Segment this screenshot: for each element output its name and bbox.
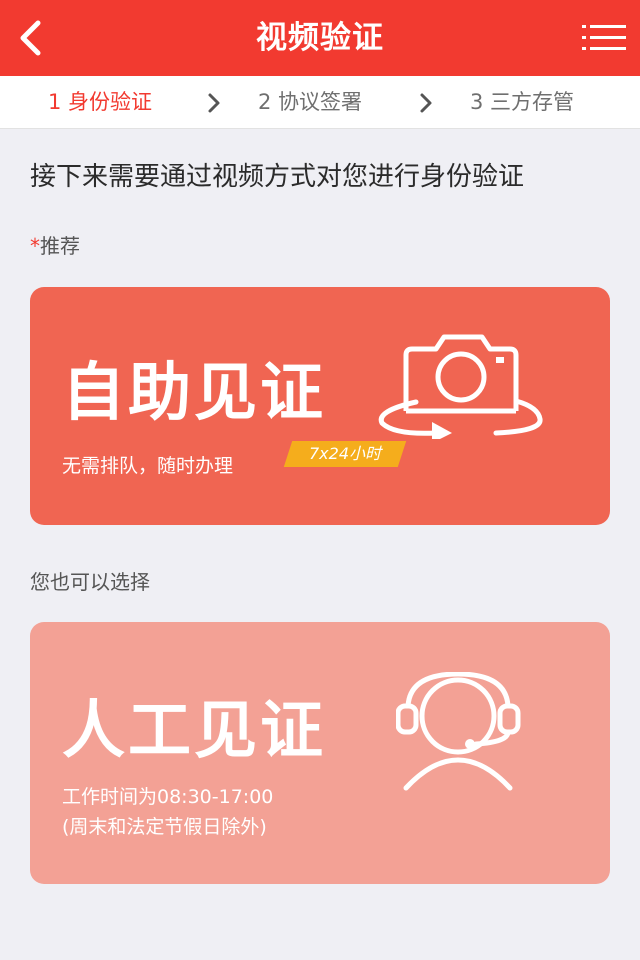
camera-rotate-icon [378,334,543,439]
self-witness-subtitle: 无需排队，随时办理 [62,455,234,477]
self-witness-card[interactable]: 自助见证 无需排队，随时办理 7x24小时 [30,287,610,525]
availability-badge: 7x24小时 [283,441,407,467]
list-menu-icon [582,25,626,50]
step-indicator: 1 身份验证 2 协议签署 3 三方存管 [0,76,640,129]
chevron-right-icon [420,93,432,113]
page-title: 视频验证 [256,20,384,56]
self-witness-title: 自助见证 [62,356,326,429]
manual-witness-hours: 工作时间为08:30-17:00 [62,786,274,808]
menu-button[interactable] [582,22,626,54]
step-custody: 3 三方存管 [470,90,575,114]
header-bar: 视频验证 [0,0,640,76]
recommend-text: 推荐 [40,234,80,258]
alternative-label: 您也可以选择 [30,570,150,594]
manual-witness-title: 人工见证 [62,694,326,767]
step-agreement: 2 协议签署 [258,90,363,114]
recommend-label: *推荐 [30,230,80,259]
required-star: * [30,234,40,258]
headset-agent-icon [396,672,521,791]
manual-witness-note: (周末和法定节假日除外) [62,816,267,838]
step-identity: 1 身份验证 [48,90,153,114]
intro-text: 接下来需要通过视频方式对您进行身份验证 [30,162,525,192]
availability-badge-text: 7x24小时 [308,444,381,463]
chevron-right-icon [208,93,220,113]
manual-witness-card[interactable]: 人工见证 工作时间为08:30-17:00 (周末和法定节假日除外) [30,622,610,884]
